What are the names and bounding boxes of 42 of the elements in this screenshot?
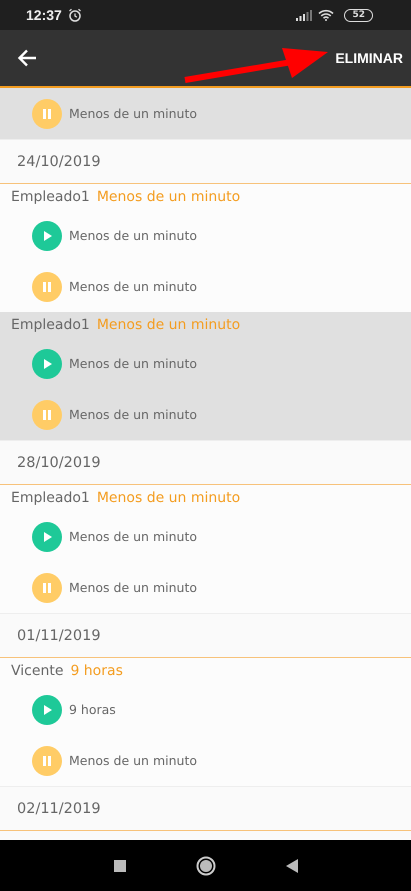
play-icon: [32, 694, 62, 724]
pause-icon: [32, 272, 62, 302]
date-text: 01/11/2019: [17, 628, 101, 644]
entry-duration: Menos de un minuto: [69, 407, 197, 422]
recents-icon[interactable]: [114, 860, 126, 872]
pause-icon: [32, 572, 62, 602]
back-icon[interactable]: [286, 858, 298, 872]
date-text: 24/10/2019: [17, 154, 101, 170]
play-icon: [32, 522, 62, 552]
entry-duration: Menos de un minuto: [69, 529, 197, 544]
pause-icon: [32, 98, 62, 128]
entry-duration: Menos de un minuto: [69, 356, 197, 371]
record-group[interactable]: Empleado1 Menos de un minuto Menos de un minuto Menos de un minuto: [0, 312, 411, 440]
clock-time: 12:37: [26, 7, 62, 23]
total-duration: Menos de un minuto: [96, 317, 240, 333]
pause-icon: [32, 746, 62, 776]
entry-duration: Menos de un minuto: [69, 279, 197, 294]
employee-name: Empleado1: [11, 317, 90, 333]
date-text: 28/10/2019: [17, 454, 101, 470]
entry-duration: Menos de un minuto: [69, 228, 197, 243]
play-icon: [32, 220, 62, 250]
delete-button[interactable]: ELIMINAR: [335, 44, 403, 72]
employee-name: Empleado1: [11, 189, 90, 205]
back-arrow-icon[interactable]: [17, 49, 37, 67]
total-duration: 9 horas: [70, 663, 123, 679]
entry-duration: Menos de un minuto: [69, 106, 197, 121]
employee-name: Empleado1: [11, 490, 90, 506]
record-group[interactable]: Menos de un minuto: [0, 88, 411, 139]
alarm-icon: [68, 8, 82, 22]
battery-indicator: 52: [344, 8, 373, 22]
employee-name: Vicente: [11, 663, 64, 679]
entry-duration: Menos de un minuto: [69, 580, 197, 595]
pause-icon: [32, 400, 62, 430]
signal-icon: [296, 10, 312, 20]
date-text: 02/11/2019: [17, 800, 101, 816]
entry-duration: Menos de un minuto: [69, 753, 197, 768]
home-icon[interactable]: [196, 856, 216, 876]
total-duration: Menos de un minuto: [96, 189, 240, 205]
entry-duration: 9 horas: [69, 702, 116, 717]
wifi-icon: [318, 9, 334, 21]
play-icon: [32, 348, 62, 378]
total-duration: Menos de un minuto: [96, 490, 240, 506]
